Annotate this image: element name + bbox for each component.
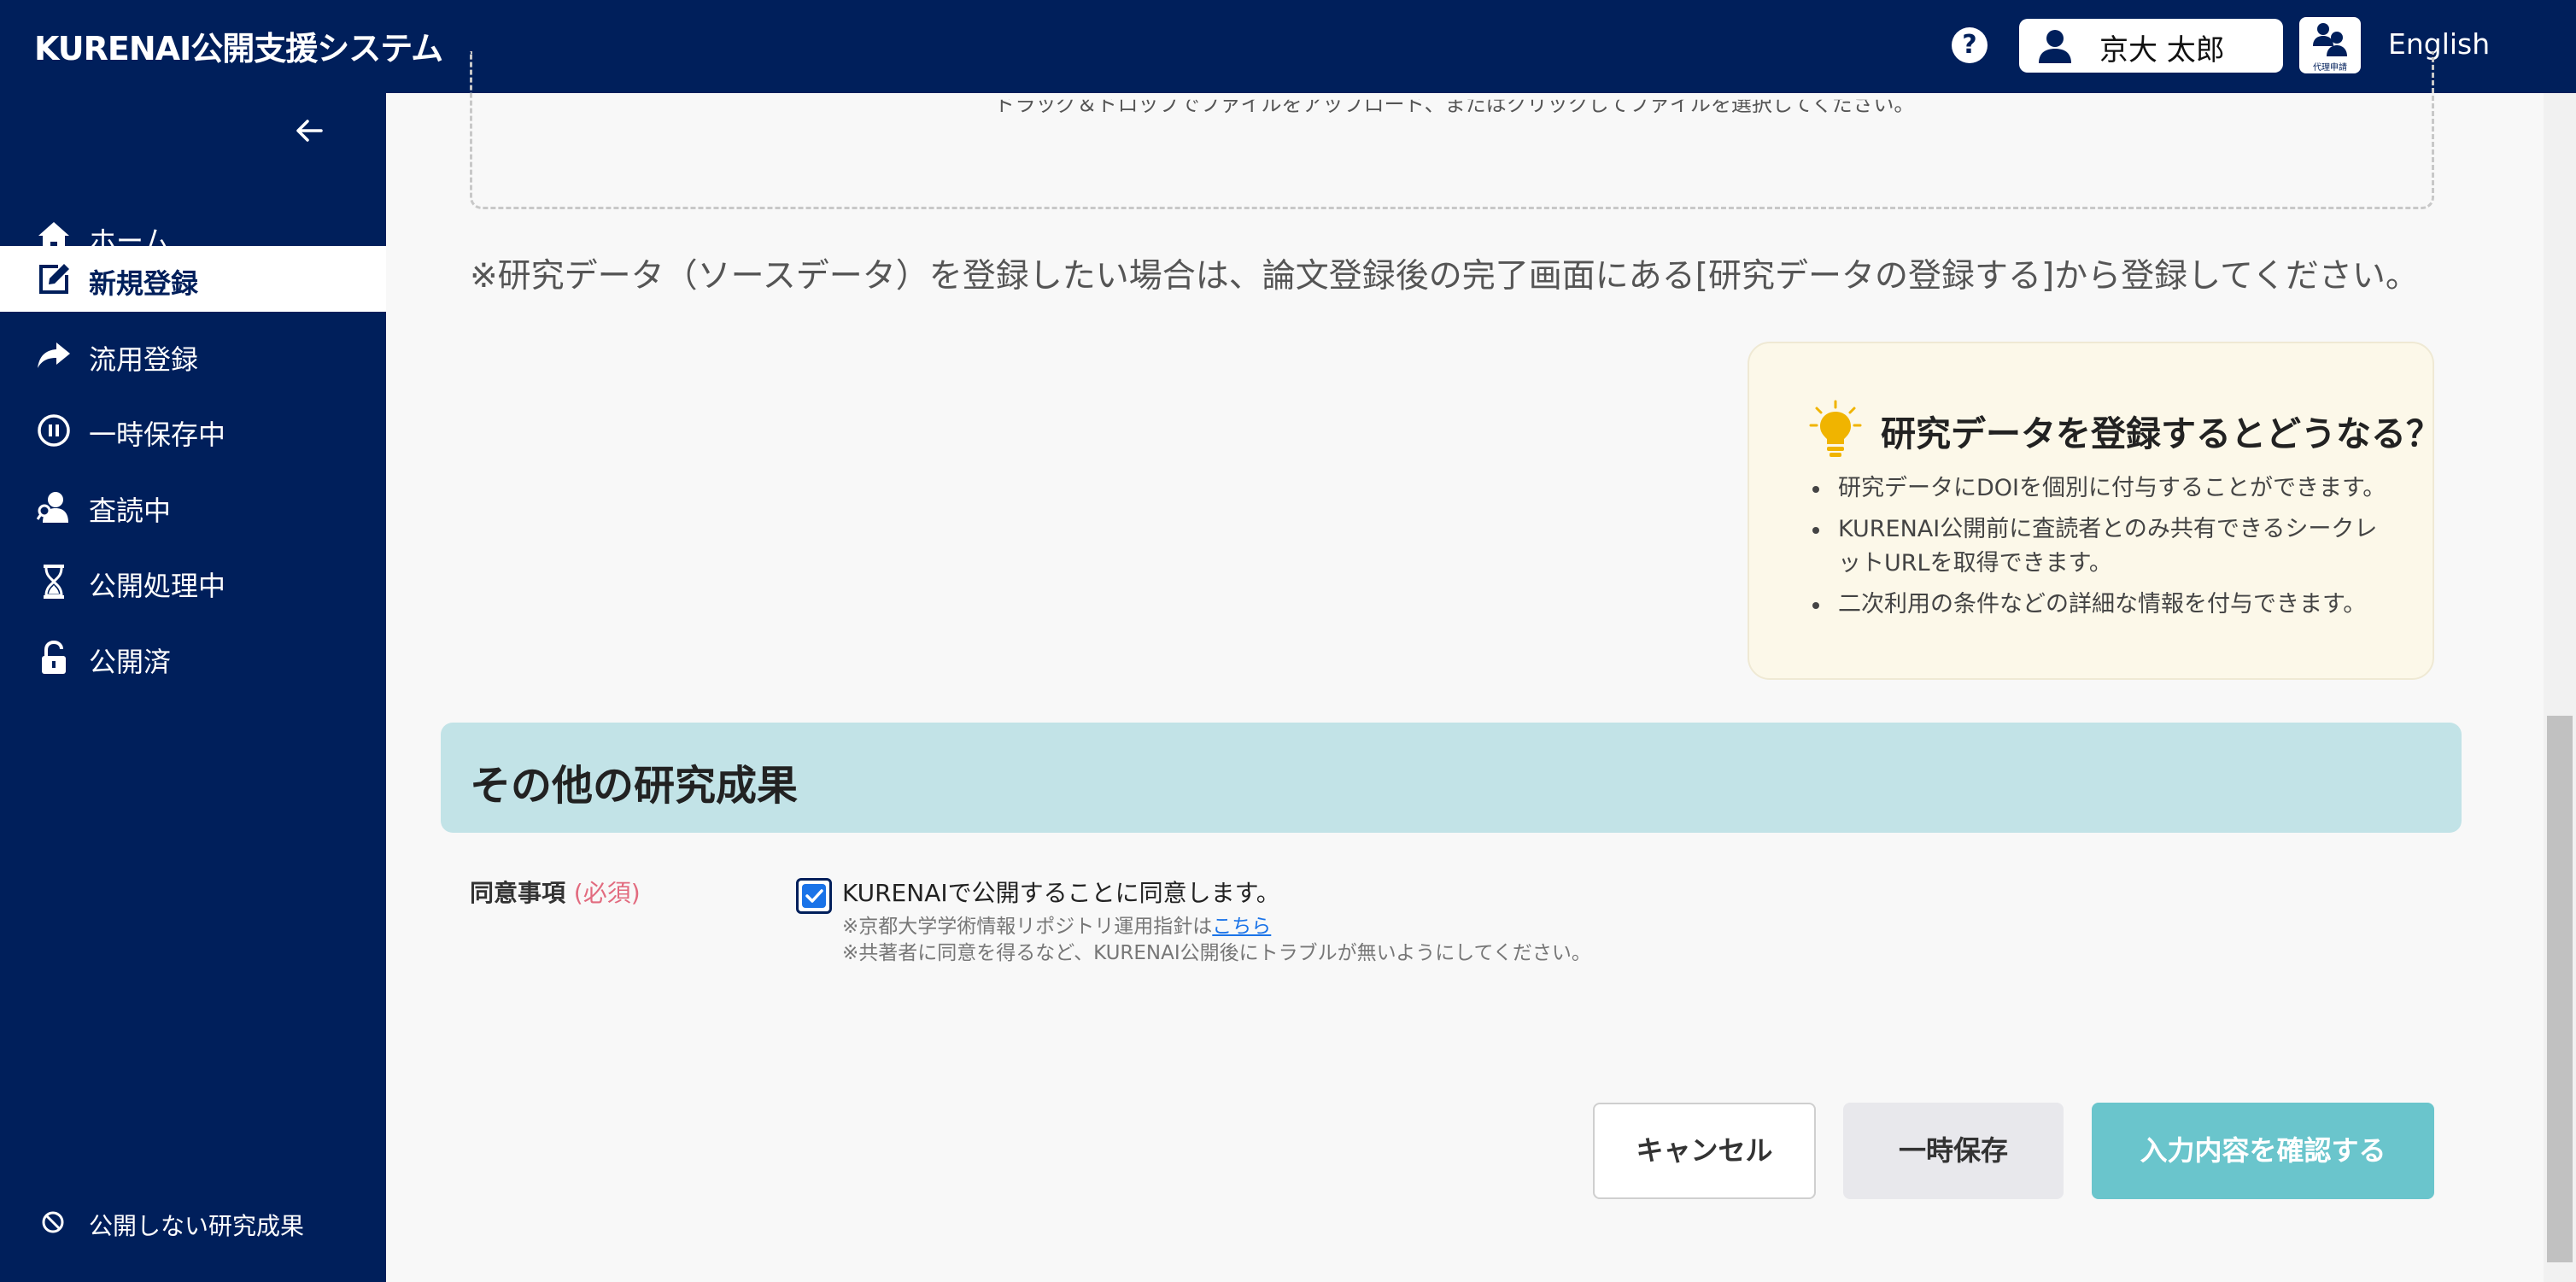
unlock-icon bbox=[42, 640, 66, 674]
hourglass-icon bbox=[44, 565, 64, 599]
consent-text: KURENAIで公開することに同意します。 bbox=[842, 879, 1280, 907]
lightbulb-icon bbox=[1809, 400, 1862, 457]
ban-icon bbox=[42, 1211, 64, 1233]
guideline-note-text: ※京都大学学術情報リポジトリ運用指針は bbox=[842, 916, 1213, 938]
tip-title: 研究データを登録するとどうなる？ bbox=[1881, 413, 2441, 454]
sidebar-item-label: 公開しない研究成果 bbox=[89, 1212, 305, 1240]
dropzone-text: ドラッグ＆ドロップでファイルをアップロード、またはクリックしてファイルを選択して… bbox=[994, 92, 1915, 116]
required-badge: (必須) bbox=[573, 879, 641, 907]
sidebar-item-label: 査読中 bbox=[89, 495, 172, 527]
sidebar-item-unpublished[interactable]: 公開しない研究成果 bbox=[0, 1197, 386, 1248]
share-arrow-icon bbox=[38, 342, 70, 368]
temp-save-button[interactable]: 一時保存 bbox=[1843, 1103, 2064, 1199]
coauthor-note: ※共著者に同意を得るなど、KURENAI公開後にトラブルが無いようにしてください… bbox=[842, 942, 1591, 964]
reviewer-icon bbox=[36, 492, 68, 523]
tip-item: KURENAI公開前に査読者とのみ共有できるシークレットURLを取得できます。 bbox=[1797, 512, 2395, 581]
sidebar-item-reuse-registration[interactable]: 流用登録 bbox=[0, 322, 386, 388]
sidebar-item-label: 公開済 bbox=[89, 646, 172, 678]
research-data-note: ※研究データ（ソースデータ）を登録したい場合は、論文登録後の完了画面にある[研究… bbox=[470, 257, 2419, 296]
sidebar-item-reviewing[interactable]: 査読中 bbox=[0, 473, 386, 539]
tip-item: 研究データにDOIを個別に付与することができます。 bbox=[1797, 471, 2395, 506]
edit-icon bbox=[39, 264, 69, 294]
sidebar-item-label: 流用登録 bbox=[89, 343, 199, 376]
sidebar-item-label: 一時保存中 bbox=[89, 419, 226, 451]
research-data-tip-box: 研究データを登録するとどうなる？ 研究データにDOIを個別に付与することができま… bbox=[1748, 342, 2441, 680]
checkmark-icon bbox=[805, 889, 823, 903]
checkbox-fill bbox=[802, 884, 826, 908]
sidebar-item-new-registration[interactable]: 新規登録 bbox=[0, 246, 386, 312]
arrow-left-icon[interactable] bbox=[290, 112, 328, 149]
sidebar-item-publishing[interactable]: 公開処理中 bbox=[0, 548, 386, 614]
app-brand[interactable]: KURENAI公開支援システム bbox=[34, 22, 443, 69]
pause-icon bbox=[38, 414, 70, 447]
cancel-button[interactable]: キャンセル bbox=[1593, 1103, 1816, 1199]
confirm-input-button[interactable]: 入力内容を確認する bbox=[2092, 1103, 2434, 1199]
sidebar-item-draft[interactable]: 一時保存中 bbox=[0, 397, 386, 463]
sidebar-item-published[interactable]: 公開済 bbox=[0, 624, 386, 690]
consent-checkbox[interactable] bbox=[796, 878, 832, 914]
other-research-section-header: その他の研究成果 bbox=[441, 723, 2462, 833]
guideline-note: ※京都大学学術情報リポジトリ運用指針はこちら bbox=[842, 910, 1271, 939]
guideline-link[interactable]: こちら bbox=[1212, 916, 1271, 938]
tip-list: 研究データにDOIを個別に付与することができます。 KURENAI公開前に査読者… bbox=[1797, 471, 2395, 629]
section-title: その他の研究成果 bbox=[470, 762, 799, 810]
sidebar-item-label: 新規登録 bbox=[89, 267, 199, 300]
scrollbar-thumb[interactable] bbox=[2547, 716, 2573, 1262]
tip-item: 二次利用の条件などの詳細な情報を付与できます。 bbox=[1797, 588, 2395, 622]
sidebar: ホーム 新規登録 流用登録 一時保存中 査読中 公開処理中 公開済 公開しない研… bbox=[0, 93, 386, 1282]
file-dropzone[interactable]: ドラッグ＆ドロップでファイルをアップロード、またはクリックしてファイルを選択して… bbox=[470, 51, 2434, 209]
consent-label: 同意事項 (必須) bbox=[470, 875, 641, 909]
sidebar-item-label: 公開処理中 bbox=[89, 570, 226, 602]
consent-label-text: 同意事項 bbox=[470, 879, 566, 907]
